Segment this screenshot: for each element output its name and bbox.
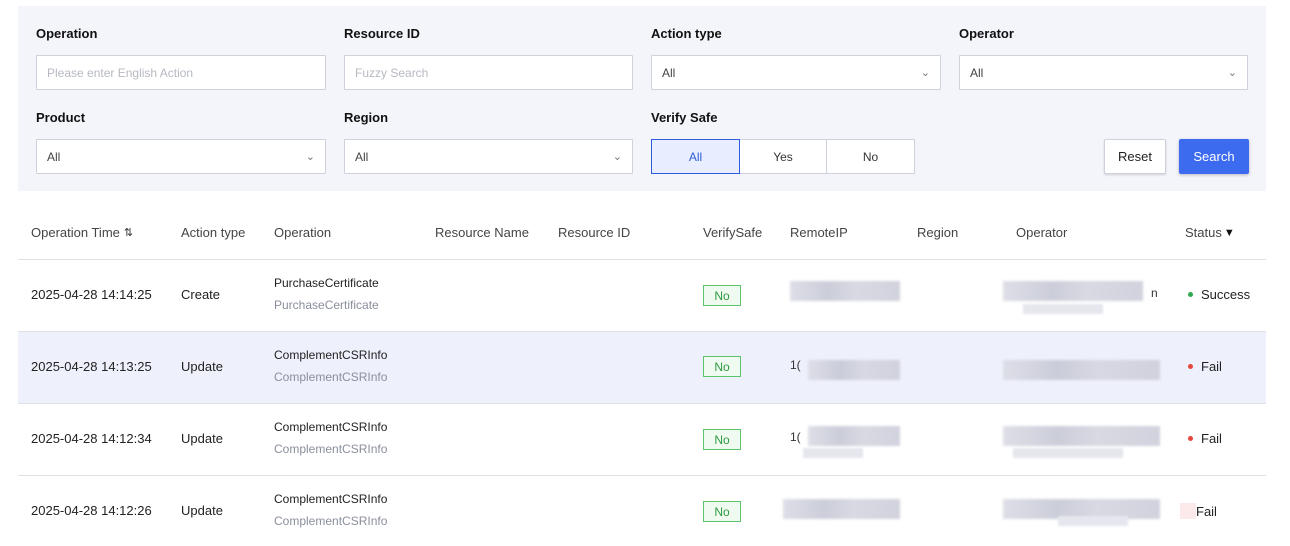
product-value: All <box>47 149 61 164</box>
action-type-select[interactable]: All ⌄ <box>651 55 941 90</box>
table-row: 2025-04-28 14:12:26 Update ComplementCSR… <box>18 476 1266 546</box>
product-select[interactable]: All ⌄ <box>36 139 326 174</box>
chevron-down-icon: ⌄ <box>920 67 930 79</box>
region-label: Region <box>344 110 389 125</box>
operator-value: All <box>970 65 984 80</box>
operation-sub-cell: ComplementCSRInfo <box>274 370 388 384</box>
column-header-time-label: Operation Time <box>31 225 120 240</box>
region-select[interactable]: All ⌄ <box>344 139 633 174</box>
resource-id-label: Resource ID <box>344 26 420 41</box>
status-badge: Fail <box>1188 431 1222 446</box>
operator-redacted-sub <box>1058 516 1128 526</box>
product-label: Product <box>36 110 86 125</box>
column-header-remote-ip: RemoteIP <box>790 225 848 240</box>
verify-safe-tag: No <box>703 356 741 377</box>
status-badge: Fail <box>1180 503 1217 519</box>
action-type-cell: Create <box>181 287 221 302</box>
chevron-down-icon: ⌄ <box>612 151 622 163</box>
remote-ip-redacted <box>790 281 900 301</box>
column-header-action-type: Action type <box>181 225 246 240</box>
operation-name-cell: ComplementCSRInfo <box>274 420 388 434</box>
action-type-value: All <box>662 65 676 80</box>
column-header-status[interactable]: Status ▼ <box>1185 225 1235 240</box>
action-type-label: Action type <box>651 26 722 41</box>
column-header-resource-name: Resource Name <box>435 225 529 240</box>
operator-redacted <box>1003 360 1160 380</box>
status-text: Success <box>1201 287 1251 302</box>
table-row: 2025-04-28 14:14:25 Create PurchaseCerti… <box>18 260 1266 332</box>
sort-icon[interactable]: ⇅ <box>124 226 133 239</box>
search-button[interactable]: Search <box>1179 139 1249 174</box>
column-header-status-label: Status <box>1185 225 1222 240</box>
column-header-verify-safe: VerifySafe <box>703 225 763 240</box>
remote-ip-fragment: 1( <box>790 358 801 372</box>
column-header-resource-id: Resource ID <box>558 225 631 240</box>
column-header-time[interactable]: Operation Time ⇅ <box>31 225 133 240</box>
status-badge: Success <box>1188 287 1250 302</box>
verify-safe-tag: No <box>703 429 741 450</box>
reset-button[interactable]: Reset <box>1104 139 1166 174</box>
operator-label: Operator <box>959 26 1014 41</box>
operation-time-cell: 2025-04-28 14:13:25 <box>31 359 152 374</box>
status-dot-icon <box>1188 436 1193 441</box>
operation-input[interactable]: Please enter English Action <box>36 55 326 90</box>
verify-safe-tag: No <box>703 501 741 522</box>
status-text: Fail <box>1201 431 1222 446</box>
column-header-operator: Operator <box>1016 225 1068 240</box>
operation-sub-cell: PurchaseCertificate <box>274 298 379 312</box>
operation-sub-cell: ComplementCSRInfo <box>274 442 388 456</box>
status-badge: Fail <box>1188 359 1222 374</box>
filter-icon[interactable]: ▼ <box>1224 227 1235 239</box>
status-text: Fail <box>1196 503 1217 519</box>
status-dot-icon <box>1180 503 1196 519</box>
operator-redacted-sub <box>1023 304 1103 314</box>
operation-label: Operation <box>36 26 98 41</box>
verify-safe-option-yes[interactable]: Yes <box>739 139 827 174</box>
chevron-down-icon: ⌄ <box>1227 67 1237 79</box>
verify-safe-label: Verify Safe <box>651 110 718 125</box>
action-type-cell: Update <box>181 359 223 374</box>
operation-name-cell: ComplementCSRInfo <box>274 348 388 362</box>
operation-time-cell: 2025-04-28 14:14:25 <box>31 287 152 302</box>
action-type-cell: Update <box>181 503 223 518</box>
status-dot-icon <box>1188 292 1193 297</box>
remote-ip-redacted-sub <box>803 448 863 458</box>
operator-redacted-sub <box>1013 448 1123 458</box>
operation-name-cell: PurchaseCertificate <box>274 276 379 290</box>
operator-redacted <box>1003 281 1143 301</box>
column-header-operation: Operation <box>274 225 332 240</box>
remote-ip-fragment: 1( <box>790 430 801 444</box>
operator-fragment: n <box>1151 286 1158 300</box>
region-value: All <box>355 149 369 164</box>
table-row: 2025-04-28 14:13:25 Update ComplementCSR… <box>18 332 1266 404</box>
operation-sub-cell: ComplementCSRInfo <box>274 514 388 528</box>
operation-time-cell: 2025-04-28 14:12:34 <box>31 431 152 446</box>
column-header-region: Region <box>917 225 959 240</box>
verify-safe-tag: No <box>703 285 741 306</box>
action-type-cell: Update <box>181 431 223 446</box>
operation-time-cell: 2025-04-28 14:12:26 <box>31 503 152 518</box>
remote-ip-redacted <box>783 499 900 519</box>
chevron-down-icon: ⌄ <box>305 151 315 163</box>
operator-select[interactable]: All ⌄ <box>959 55 1248 90</box>
operation-name-cell: ComplementCSRInfo <box>274 492 388 506</box>
status-text: Fail <box>1201 359 1222 374</box>
table-row: 2025-04-28 14:12:34 Update ComplementCSR… <box>18 404 1266 476</box>
resource-id-input[interactable]: Fuzzy Search <box>344 55 633 90</box>
remote-ip-redacted <box>808 360 900 380</box>
verify-safe-option-all[interactable]: All <box>651 139 740 174</box>
verify-safe-option-no[interactable]: No <box>826 139 915 174</box>
operator-redacted <box>1003 426 1160 446</box>
remote-ip-redacted <box>808 426 900 446</box>
status-dot-icon <box>1188 364 1193 369</box>
